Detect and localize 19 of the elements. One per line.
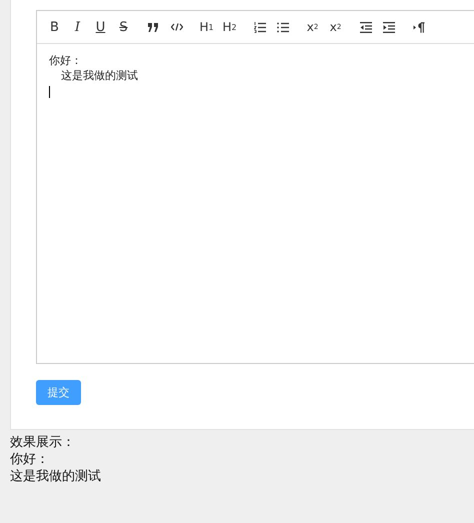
indent-icon [382, 22, 394, 32]
result-line: 你好： [10, 450, 50, 467]
underline-button[interactable]: U [91, 17, 110, 37]
pilcrow-icon [412, 22, 424, 32]
editor-text-area[interactable]: 你好： 这是我做的测试 [37, 44, 474, 108]
numbered-list-icon [254, 22, 266, 32]
italic-button[interactable]: I [68, 17, 87, 37]
result-line: 这是我做的测试 [10, 467, 102, 484]
code-icon [170, 23, 182, 31]
bullet-list-icon [276, 22, 288, 32]
editor-paragraph: 这是我做的测试 [60, 69, 139, 84]
bold-button[interactable]: B [45, 17, 64, 37]
text-cursor [49, 86, 50, 98]
outdent-icon [360, 22, 372, 32]
quote-icon [148, 22, 159, 32]
strike-button[interactable]: S [114, 17, 133, 37]
script-button[interactable]: x$^{2}$ [326, 17, 345, 37]
editor-paragraph: 你好： [49, 54, 83, 69]
result-heading: 效果展示： [10, 433, 76, 450]
